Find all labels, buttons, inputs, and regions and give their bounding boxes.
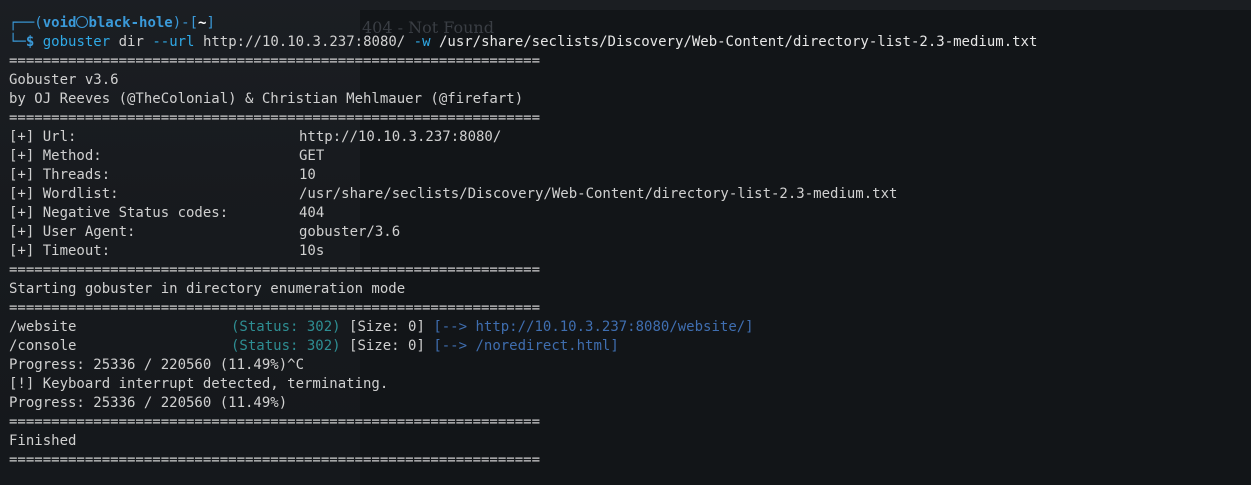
config-row: [+] User Agent: gobuster/3.6 [9, 223, 1251, 242]
progress-line-final: Progress: 25336 / 220560 (11.49%) [9, 395, 288, 411]
config-key: [+] Method: [9, 148, 102, 164]
config-key: [+] Timeout: [9, 243, 111, 259]
config-value: http://10.10.3.237:8080/ [299, 129, 502, 145]
prompt-line: ┌──(void black-hole)-[~] [9, 15, 215, 31]
interrupt-message: [!] Keyboard interrupt detected, termina… [9, 376, 389, 392]
config-row: [+] Timeout: 10s [9, 242, 1251, 261]
separator: ========================================… [9, 262, 541, 278]
result-status: (Status: 302) [231, 338, 341, 354]
config-row: [+] Method: GET [9, 147, 1251, 166]
result-path: /console [9, 338, 77, 354]
config-row: [+] Url: http://10.10.3.237:8080/ [9, 128, 1251, 147]
command-url: http://10.10.3.237:8080/ [202, 34, 406, 50]
background-browser-bookmarks [360, 0, 1251, 10]
prompt-host: black-hole [88, 15, 173, 31]
result-status: (Status: 302) [231, 319, 341, 335]
config-list: [+] Url: http://10.10.3.237:8080/ [+] Meth… [9, 128, 1251, 261]
config-value: GET [299, 148, 325, 164]
config-key: [+] Negative Status codes: [9, 205, 229, 221]
terminal-output[interactable]: ┌──(void black-hole)-[~] └─$ gobuster dir… [9, 14, 1251, 470]
command-flag-wordlist: -w [413, 34, 431, 50]
config-value: 404 [299, 205, 325, 221]
result-row: /console (Status: 302) [Size: 0] [--> /no… [9, 337, 1251, 356]
skull-icon [76, 16, 89, 28]
config-row: [+] Negative Status codes: 404 [9, 204, 1251, 223]
separator: ========================================… [9, 53, 541, 69]
result-size: [Size: 0] [349, 319, 425, 335]
prompt-user: void [42, 15, 77, 31]
separator: ========================================… [9, 452, 541, 468]
results-list: /website (Status: 302) [Size: 0] [--> htt… [9, 318, 1251, 356]
config-key: [+] Threads: [9, 167, 111, 183]
config-value: 10s [299, 243, 325, 259]
config-value: gobuster/3.6 [299, 224, 401, 240]
result-path: /website [9, 319, 77, 335]
banner-title: Gobuster v3.6 [9, 72, 119, 88]
finished-message: Finished [9, 433, 77, 449]
config-row: [+] Wordlist: /usr/share/seclists/Discove… [9, 185, 1251, 204]
command-subcommand: dir [118, 34, 144, 50]
progress-line: Progress: 25336 / 220560 (11.49%)^C [9, 357, 305, 373]
result-size: [Size: 0] [349, 338, 425, 354]
command-flag-url: --url [152, 34, 195, 50]
config-row: [+] Threads: 10 [9, 166, 1251, 185]
separator: ========================================… [9, 414, 541, 430]
config-key: [+] Wordlist: [9, 186, 119, 202]
result-redirect: [--> http://10.10.3.237:8080/website/] [433, 319, 754, 335]
config-value: 10 [299, 167, 316, 183]
command-tool: gobuster [42, 34, 111, 50]
result-row: /website (Status: 302) [Size: 0] [--> htt… [9, 318, 1251, 337]
banner-authors: by OJ Reeves (@TheColonial) & Christian … [9, 91, 524, 107]
starting-message: Starting gobuster in directory enumerati… [9, 281, 406, 297]
command-wordlist: /usr/share/seclists/Discovery/Web-Conten… [438, 34, 1038, 50]
prompt-symbol: $ [25, 34, 35, 50]
separator: ========================================… [9, 110, 541, 126]
config-key: [+] Url: [9, 129, 77, 145]
separator: ========================================… [9, 300, 541, 316]
command-line: └─$ gobuster dir --url http://10.10.3.23… [9, 34, 1038, 50]
result-redirect: [--> /noredirect.html] [433, 338, 619, 354]
config-value: /usr/share/seclists/Discovery/Web-Conten… [299, 186, 898, 202]
config-key: [+] User Agent: [9, 224, 136, 240]
